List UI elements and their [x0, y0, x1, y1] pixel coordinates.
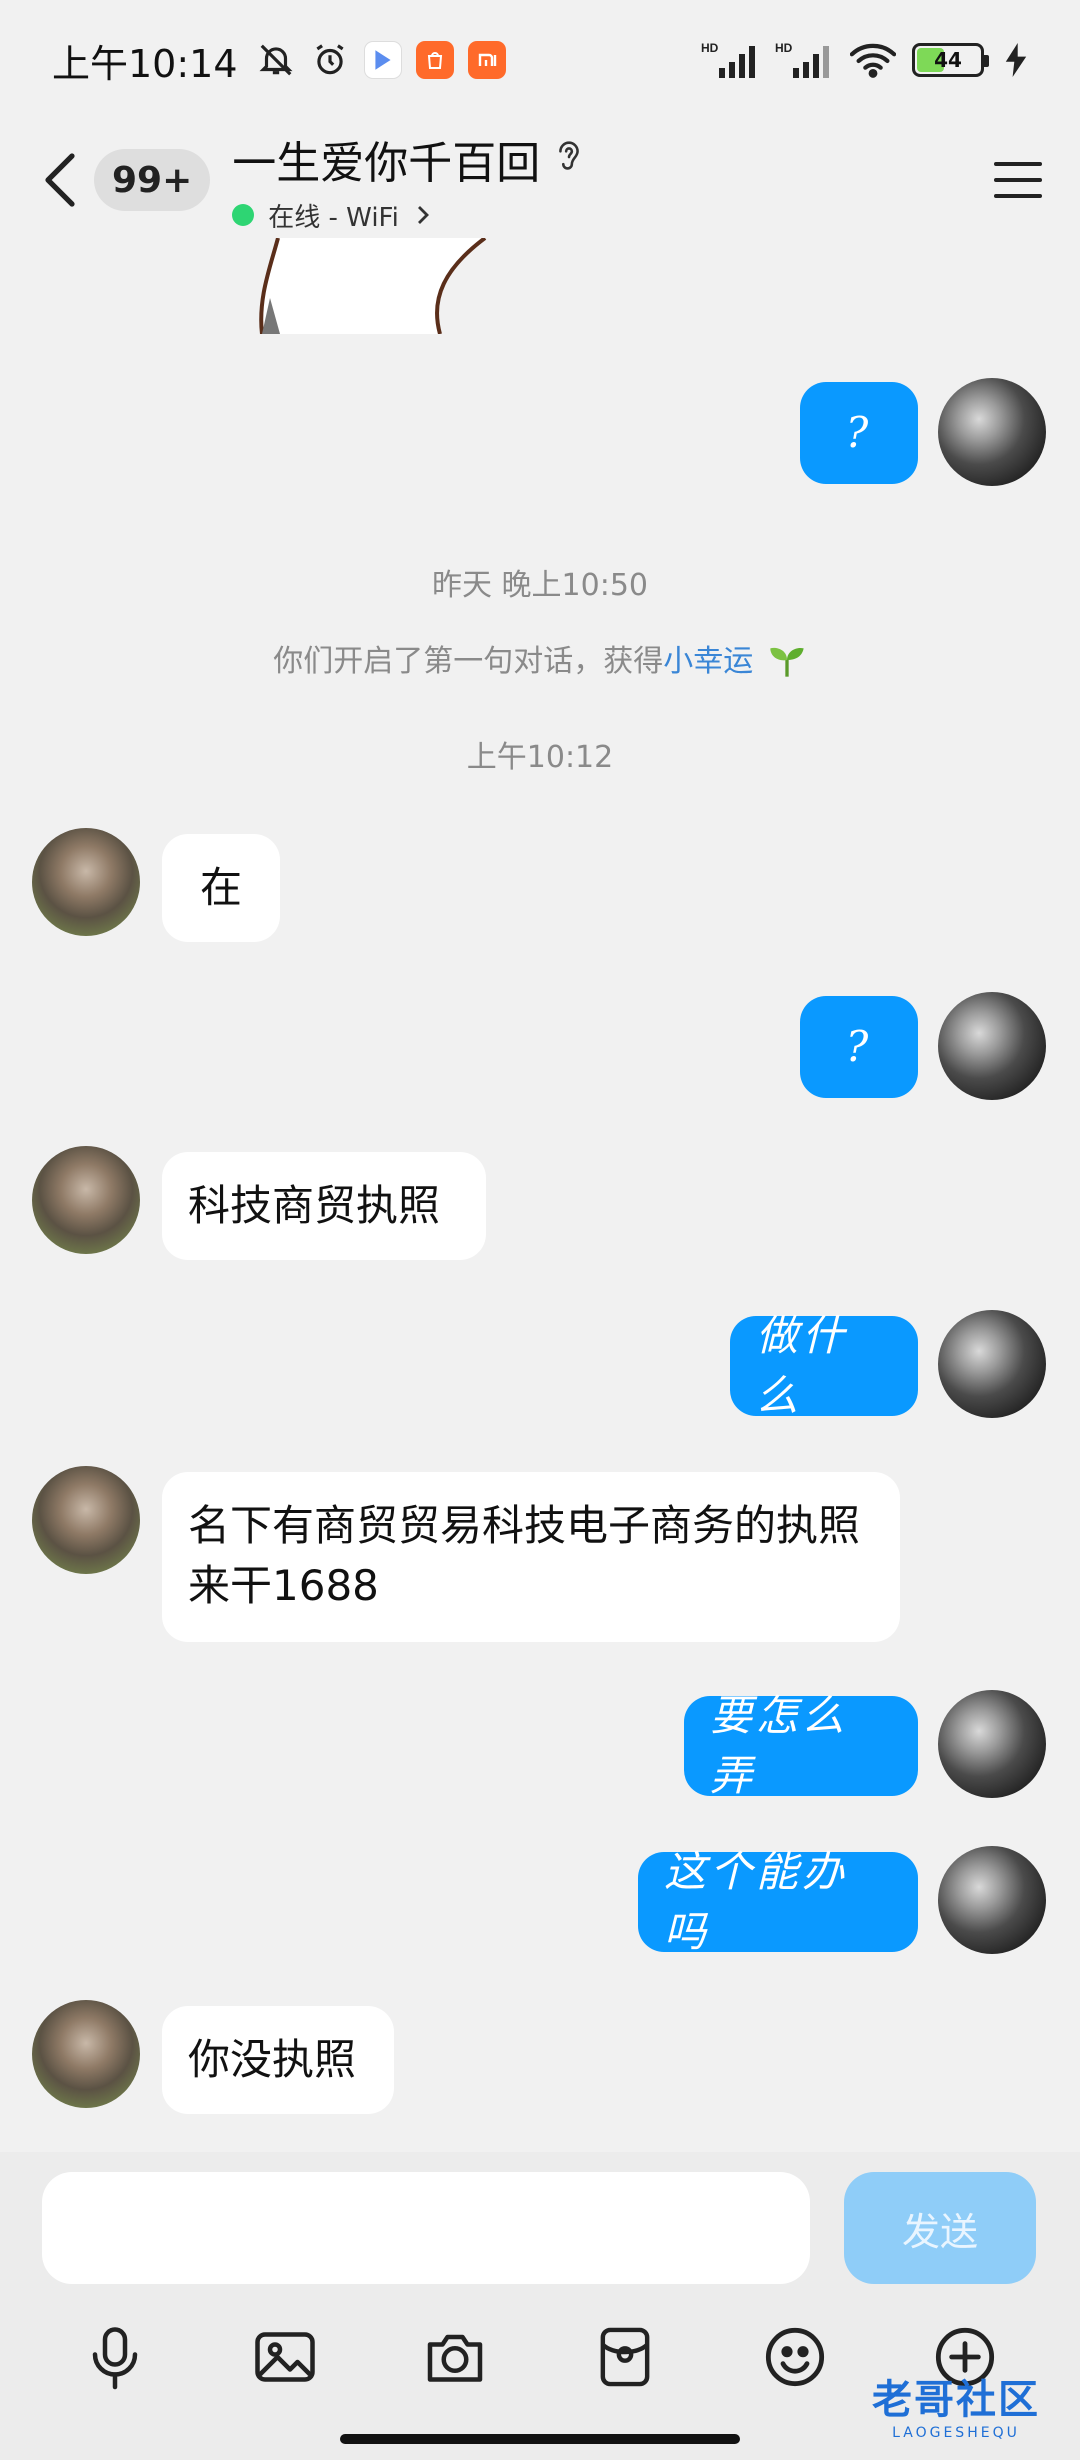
contact-message-bubble[interactable]: 在	[162, 834, 280, 942]
watermark-main: 老哥社区	[872, 2377, 1040, 2423]
chat-header: 99+ 一生爱你千百回 在线 - WiFi	[0, 120, 1080, 240]
chevron-right-icon	[417, 206, 429, 224]
signal-hd-icon: HD	[700, 40, 760, 80]
contact-avatar[interactable]	[32, 1466, 140, 1574]
first-chat-notice: 你们开启了第一句对话，获得小幸运	[0, 636, 1080, 680]
more-menu-button[interactable]	[986, 148, 1050, 212]
mi-app-icon	[467, 41, 506, 79]
status-icons-right: HD HD 44	[700, 40, 1028, 80]
sprout-icon	[753, 644, 807, 679]
online-dot-icon	[232, 204, 255, 226]
first-chat-text: 你们开启了第一句对话，获得	[273, 644, 664, 679]
my-message-bubble[interactable]: ?	[800, 382, 918, 484]
battery-level: 44	[934, 48, 962, 72]
ear-icon[interactable]	[554, 137, 584, 181]
back-button[interactable]	[30, 140, 90, 220]
my-message-bubble[interactable]: 做什么	[730, 1311, 918, 1420]
contact-message-bubble[interactable]: 你没执照	[162, 2006, 394, 2114]
sticker-image[interactable]	[240, 236, 490, 335]
unread-count-badge[interactable]: 99+	[94, 149, 211, 211]
menu-line	[994, 194, 1042, 198]
svg-text:HD: HD	[701, 41, 719, 55]
image-icon	[255, 2332, 315, 2382]
charging-bolt-icon	[1004, 40, 1028, 80]
play-store-icon	[363, 41, 402, 79]
emoji-button[interactable]	[755, 2317, 835, 2397]
watermark-sub: LAOGESHEQU	[892, 2425, 1020, 2441]
my-message-bubble[interactable]: ?	[800, 996, 918, 1098]
my-message-bubble[interactable]: 这个能办吗	[638, 1847, 918, 1956]
online-status-row[interactable]: 在线 - WiFi	[232, 197, 584, 234]
contact-avatar[interactable]	[32, 1146, 140, 1254]
contact-avatar[interactable]	[32, 2000, 140, 2108]
contact-message-bubble[interactable]: 名下有商贸贸易科技电子商务的执照来干1688	[162, 1472, 900, 1642]
watermark-logo: 老哥社区 LAOGESHEQU	[836, 2364, 1076, 2444]
signal-hd-icon-2: HD	[774, 40, 834, 80]
status-bar: 上午10:14 HD HD 44	[0, 0, 1080, 120]
alarm-icon	[310, 40, 350, 80]
battery-icon: 44	[912, 43, 989, 77]
send-button[interactable]: 发送	[844, 2172, 1036, 2284]
my-avatar[interactable]	[938, 1846, 1046, 1954]
lucky-link[interactable]: 小幸运	[663, 644, 753, 679]
red-envelope-icon	[600, 2327, 650, 2387]
camera-button[interactable]	[415, 2317, 495, 2397]
chat-screen: 上午10:14 HD HD 44 99+ 一生爱你千百回 在线 - WiFi ?…	[0, 0, 1080, 2460]
menu-line	[994, 178, 1042, 182]
title-row: 一生爱你千百回	[232, 127, 584, 191]
home-indicator[interactable]	[340, 2434, 740, 2444]
my-message-bubble[interactable]: 要怎么弄	[684, 1691, 918, 1800]
camera-icon	[427, 2334, 483, 2382]
timestamp: 上午10:12	[466, 740, 614, 775]
my-avatar[interactable]	[938, 1690, 1046, 1798]
contact-message-bubble[interactable]: 科技商贸执照	[162, 1152, 486, 1260]
contact-avatar[interactable]	[32, 828, 140, 936]
svg-text:HD: HD	[775, 41, 793, 55]
photo-button[interactable]	[245, 2317, 325, 2397]
wifi-icon	[848, 40, 898, 80]
contact-name: 一生爱你千百回	[232, 137, 541, 189]
online-status: 在线 - WiFi	[268, 202, 399, 233]
microphone-icon	[92, 2327, 138, 2390]
mi-store-icon	[415, 41, 454, 79]
muted-bell-icon	[256, 40, 296, 80]
title-block[interactable]: 一生爱你千百回 在线 - WiFi	[232, 127, 584, 234]
red-packet-button[interactable]	[585, 2317, 665, 2397]
menu-line	[994, 162, 1042, 166]
timestamp: 昨天 晚上10:50	[432, 568, 648, 603]
message-input[interactable]	[42, 2172, 810, 2284]
my-avatar[interactable]	[938, 992, 1046, 1100]
voice-button[interactable]	[75, 2317, 155, 2397]
chevron-left-icon	[45, 153, 75, 207]
my-avatar[interactable]	[938, 1310, 1046, 1418]
my-avatar[interactable]	[938, 378, 1046, 486]
status-icons-left	[256, 40, 506, 80]
smiley-icon	[765, 2327, 825, 2387]
status-time: 上午10:14	[52, 41, 238, 86]
